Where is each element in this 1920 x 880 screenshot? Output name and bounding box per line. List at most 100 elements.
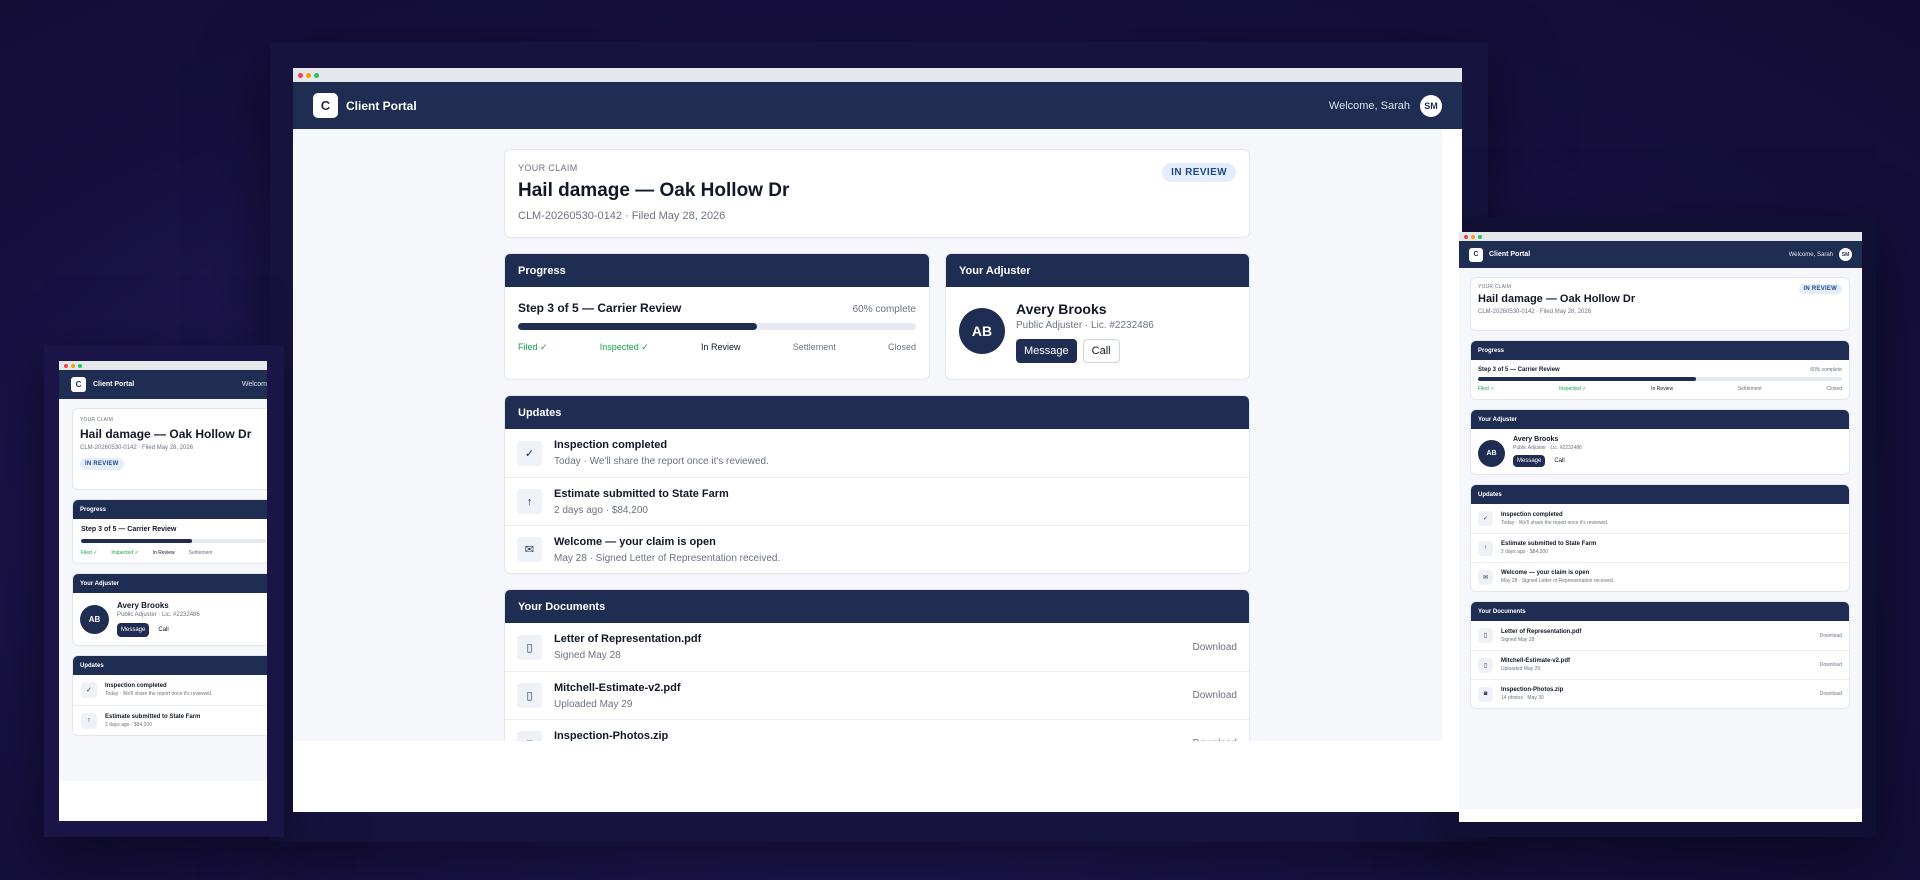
- document-name: Inspection-Photos.zip: [554, 729, 669, 742]
- claim-summary-card: YOUR CLAIM Hail damage — Oak Hollow Dr C…: [1470, 277, 1850, 331]
- step-in-review: In Review: [701, 342, 741, 352]
- minimize-window-dot[interactable]: [306, 72, 311, 78]
- tablet-browser-window: C Client Portal Welcome, Sarah SM YOUR C…: [1459, 232, 1862, 822]
- update-item: ✓ Inspection completed Today · We'll shar…: [1471, 504, 1849, 533]
- user-menu[interactable]: Welcom: [242, 381, 267, 388]
- step-settlement: Settlement: [188, 550, 213, 556]
- close-window-dot[interactable]: [1464, 234, 1468, 239]
- download-link[interactable]: Download: [1193, 690, 1237, 701]
- progress-steps: Filed ✓ Inspected ✓ In Review Settlement: [81, 550, 267, 556]
- check-icon: ✓: [517, 440, 542, 466]
- logo-icon: C: [313, 93, 338, 118]
- update-title: Welcome — your claim is open: [554, 535, 716, 548]
- page-content[interactable]: YOUR CLAIM Hail damage — Oak Hollow Dr C…: [1459, 268, 1862, 809]
- update-subtitle: 2 days ago · $84,200: [554, 504, 648, 516]
- welcome-text: Welcom: [241, 381, 267, 388]
- page-content[interactable]: YOUR CLAIM Hail damage — Oak Hollow Dr C…: [293, 129, 1442, 741]
- update-item: ↑ Estimate submitted to State Farm 2 days…: [1471, 533, 1849, 562]
- claim-title: Hail damage — Oak Hollow Dr: [80, 427, 252, 441]
- top-navbar: C Client Portal Welcom: [59, 370, 267, 399]
- update-item: ↑ Estimate submitted to State Farm 2 days…: [505, 477, 1249, 525]
- step-settlement: Settlement: [792, 342, 836, 352]
- update-item: ✓ Inspection completed Today · We'll shar…: [505, 429, 1249, 477]
- step-in-review: In Review: [152, 550, 175, 556]
- file-icon: ▯: [517, 634, 542, 660]
- minimize-window-dot[interactable]: [1471, 234, 1475, 239]
- step-inspected: Inspected ✓: [111, 550, 139, 556]
- file-icon: ▯: [1478, 657, 1493, 673]
- download-link[interactable]: Download: [1820, 691, 1842, 697]
- progress-heading: Progress: [73, 500, 267, 519]
- adjuster-name: Avery Brooks: [1513, 436, 1559, 443]
- window-titlebar: [59, 361, 267, 370]
- progress-card: Progress Step 3 of 5 — Carrier Review Fi…: [72, 499, 267, 564]
- brand[interactable]: C Client Portal: [1469, 247, 1531, 262]
- user-avatar[interactable]: SM: [1420, 94, 1442, 117]
- claim-title: Hail damage — Oak Hollow Dr: [1478, 293, 1636, 305]
- maximize-window-dot[interactable]: [1478, 234, 1482, 239]
- minimize-window-dot[interactable]: [71, 363, 75, 368]
- step-in-review: In Review: [1651, 386, 1674, 392]
- call-button[interactable]: Call: [153, 623, 174, 637]
- claim-eyebrow: YOUR CLAIM: [1478, 284, 1512, 290]
- user-menu[interactable]: Welcome, Sarah SM: [1789, 248, 1852, 261]
- document-name: Inspection-Photos.zip: [1501, 687, 1564, 693]
- download-link[interactable]: Download: [1193, 738, 1237, 741]
- file-icon: ▯: [517, 683, 542, 708]
- document-item: ▯ Mitchell-Estimate-v2.pdf Uploaded May 2…: [1471, 650, 1849, 679]
- update-subtitle: May 28 · Signed Letter of Representation…: [554, 552, 781, 564]
- brand[interactable]: C Client Portal: [71, 377, 134, 392]
- document-subtitle: Signed May 28: [554, 650, 621, 661]
- document-subtitle: Uploaded May 29: [554, 698, 633, 710]
- claim-title: Hail damage — Oak Hollow Dr: [518, 180, 790, 201]
- adjuster-avatar: AB: [959, 308, 1005, 354]
- step-closed: Closed: [1826, 386, 1842, 392]
- update-subtitle: Today · We'll share the report once it's…: [554, 456, 769, 467]
- progress-step-text: Step 3 of 5 — Carrier Review: [81, 526, 177, 533]
- arrow-up-icon: ↑: [1478, 540, 1493, 556]
- download-link[interactable]: Download: [1193, 642, 1237, 653]
- documents-card: Your Documents ▯ Letter of Representatio…: [504, 589, 1250, 741]
- document-subtitle: Uploaded May 29: [1501, 666, 1541, 672]
- adjuster-card: Your Adjuster AB Avery Brooks Public Adj…: [1470, 409, 1850, 475]
- call-button[interactable]: Call: [1082, 339, 1120, 363]
- document-subtitle: Signed May 28: [1501, 636, 1535, 643]
- step-closed: Closed: [887, 342, 916, 352]
- status-badge: IN REVIEW: [80, 458, 124, 470]
- close-window-dot[interactable]: [298, 72, 303, 78]
- download-link[interactable]: Download: [1820, 633, 1842, 639]
- brand-name: Client Portal: [1489, 251, 1531, 258]
- message-button[interactable]: Message: [117, 623, 150, 637]
- update-title: Estimate submitted to State Farm: [554, 487, 729, 500]
- welcome-text: Welcome, Sarah: [1788, 251, 1833, 258]
- check-icon: ✓: [81, 682, 97, 698]
- maximize-window-dot[interactable]: [78, 363, 82, 368]
- file-icon: ▯: [1478, 628, 1493, 643]
- document-name: Mitchell-Estimate-v2.pdf: [1501, 658, 1571, 664]
- progress-heading: Progress: [505, 254, 929, 287]
- brand[interactable]: C Client Portal: [313, 93, 417, 118]
- close-window-dot[interactable]: [64, 363, 68, 368]
- progress-bar-fill: [1478, 377, 1697, 381]
- arrow-up-icon: ↑: [81, 712, 97, 729]
- update-title: Estimate submitted to State Farm: [105, 713, 201, 720]
- adjuster-avatar: AB: [80, 605, 109, 634]
- download-link[interactable]: Download: [1820, 662, 1842, 668]
- message-button[interactable]: Message: [1016, 339, 1077, 363]
- user-avatar[interactable]: SM: [1839, 248, 1852, 261]
- step-inspected: Inspected ✓: [599, 342, 649, 352]
- step-filed: Filed ✓: [81, 550, 98, 556]
- message-button[interactable]: Message: [1513, 455, 1546, 467]
- user-menu[interactable]: Welcome, Sarah SM: [1329, 94, 1442, 117]
- document-name: Letter of Representation.pdf: [554, 633, 702, 645]
- mail-icon: ✉: [517, 537, 542, 562]
- progress-bar-fill: [518, 323, 757, 330]
- claim-meta: CLM-20260530-0142 · Filed May 28, 2026: [518, 210, 726, 222]
- top-navbar: C Client Portal Welcome, Sarah SM: [1459, 241, 1862, 268]
- step-inspected: Inspected ✓: [1559, 386, 1587, 392]
- update-item: ✉ Welcome — your claim is open May 28 · S…: [505, 525, 1249, 573]
- maximize-window-dot[interactable]: [314, 72, 319, 78]
- documents-heading: Your Documents: [1471, 602, 1849, 621]
- page-content[interactable]: YOUR CLAIM Hail damage — Oak Hollow Dr C…: [59, 399, 267, 781]
- call-button[interactable]: Call: [1549, 455, 1570, 467]
